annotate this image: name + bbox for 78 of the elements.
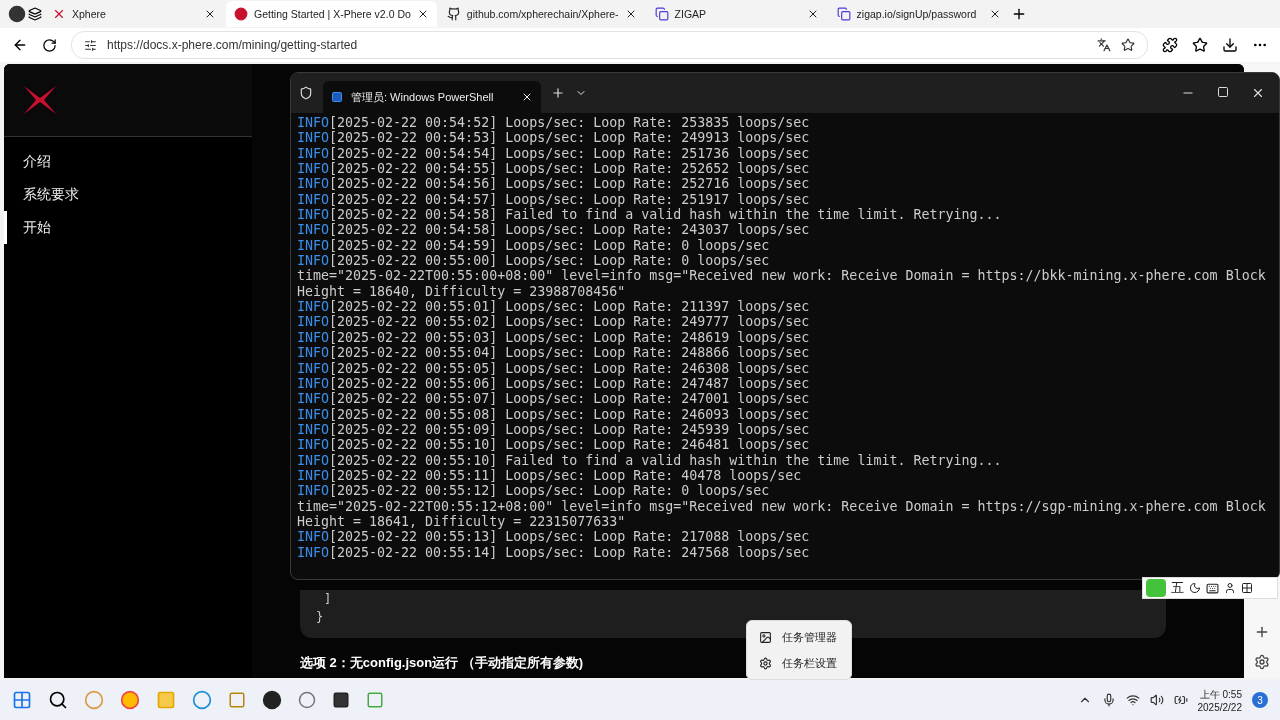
log-line: INFO[2025-02-22 00:55:13] Loops/sec: Loop Rate: 217088 loops/sec: [297, 529, 811, 545]
log-line: INFO[2025-02-22 00:55:14] Loops/sec: Loop Rate: 247568 loops/sec: [297, 544, 811, 560]
settings-icon[interactable]: [1254, 654, 1270, 670]
nav-item[interactable]: 系统要求: [4, 178, 252, 211]
settings-icon: [759, 656, 772, 670]
log-line: INFO[2025-02-22 00:55:07] Loops/sec: Loop Rate: 247001 loops/sec: [297, 391, 811, 407]
log-line: INFO[2025-02-22 00:54:53] Loops/sec: Loop Rate: 249913 loops/sec: [297, 130, 811, 146]
browser-tab[interactable]: github.com/xpherechain/Xphere-: [438, 1, 645, 27]
ime-mode[interactable]: 五: [1171, 579, 1184, 597]
keyboard-icon[interactable]: [1206, 581, 1219, 595]
back-icon[interactable]: [12, 37, 28, 53]
log-line: INFO[2025-02-22 00:55:10] Failed to find a valid hash within the time limit. Retrying...: [297, 452, 1003, 468]
refresh-icon[interactable]: [42, 37, 57, 53]
log-line: INFO[2025-02-22 00:55:06] Loops/sec: Loop Rate: 247487 loops/sec: [297, 375, 811, 392]
log-line: INFO[2025-02-22 00:54:59] Loops/sec: Loop Rate: 0 loops/sec: [297, 237, 771, 254]
code-line: }: [316, 609, 325, 626]
log-line: INFO[2025-02-22 00:54:55] Loops/sec: Loop Rate: 252652 loops/sec: [297, 161, 811, 177]
extensions-icon[interactable]: [1162, 37, 1178, 53]
grid-icon[interactable]: [1241, 582, 1253, 594]
log-line: INFO[2025-02-22 00:55:00] Loops/sec: Loop Rate: 0 loops/sec: [297, 253, 771, 269]
log-line: INFO[2025-02-22 00:54:54] Loops/sec: Loop Rate: 251736 loops/sec: [297, 145, 811, 162]
nav-item[interactable]: 介绍: [4, 145, 252, 178]
user-icon[interactable]: [1224, 582, 1236, 594]
menu-item[interactable]: 任务管理器: [751, 625, 847, 649]
browser-tab[interactable]: Getting Started | X-Phere v2.0 Do: [226, 1, 437, 27]
volume-icon[interactable]: [1149, 693, 1164, 707]
log-line: INFO[2025-02-22 00:55:04] Loops/sec: Loop Rate: 248866 loops/sec: [297, 345, 811, 361]
x-logo-icon: [52, 7, 66, 21]
log-line: INFO[2025-02-22 00:55:05] Loops/sec: Loop Rate: 246308 loops/sec: [297, 360, 811, 376]
log-line: INFO[2025-02-22 00:55:09] Loops/sec: Loop Rate: 245939 loops/sec: [297, 421, 811, 438]
new-tab-icon[interactable]: [551, 86, 566, 100]
browser-tab[interactable]: ZIGAP: [646, 1, 827, 27]
github-icon: [446, 7, 461, 21]
moon-icon[interactable]: [1189, 582, 1201, 594]
close-icon[interactable]: [204, 8, 216, 20]
section-heading: 选项 2：无config.json运行 （手动指定所有参数): [300, 654, 584, 672]
app-icon[interactable]: [262, 690, 282, 710]
log-line: INFO[2025-02-22 00:55:08] Loops/sec: Loop Rate: 246093 loops/sec: [297, 406, 811, 422]
log-line: INFO[2025-02-22 00:54:57] Loops/sec: Loop Rate: 251917 loops/sec: [297, 191, 811, 208]
maximize-icon[interactable]: [1217, 86, 1229, 98]
clock[interactable]: 上午 0:55 2025/2/22: [1197, 687, 1242, 713]
workspaces-icon[interactable]: [28, 7, 42, 21]
log-line: INFO[2025-02-22 00:55:11] Loops/sec: Loop Rate: 40478 loops/sec: [297, 467, 803, 484]
time-text: 上午 0:55: [1199, 687, 1242, 702]
battery-icon[interactable]: [1173, 693, 1188, 707]
log-line: INFO[2025-02-22 00:55:03] Loops/sec: Loop Rate: 248619 loops/sec: [297, 329, 811, 346]
browser-tab[interactable]: zigap.io/signUp/password: [828, 1, 1009, 27]
add-icon[interactable]: [1254, 624, 1270, 640]
log-line: INFO[2025-02-22 00:55:12] Loops/sec: Loop Rate: 0 loops/sec: [297, 483, 771, 499]
log-line: time="2025-02-22T00:55:12+08:00" level=info msg="Received new work: Receive Domain = https://sgp-mining.x-phere.com Block Height = 18641, Difficulty = 22315077633": [297, 498, 1267, 530]
terminal-tab[interactable]: 管理员: Windows PowerShell: [323, 81, 542, 113]
download-icon[interactable]: [1222, 37, 1238, 53]
mic-icon[interactable]: [1101, 693, 1116, 707]
favorites-icon[interactable]: [1192, 37, 1208, 53]
log-line: INFO[2025-02-22 00:54:58] Loops/sec: Loop Rate: 243037 loops/sec: [297, 222, 811, 238]
translate-icon[interactable]: [1097, 38, 1111, 52]
profile-icon: [8, 5, 26, 23]
star-icon[interactable]: [1121, 38, 1135, 52]
date-text: 2025/2/22: [1197, 701, 1242, 713]
shield-icon[interactable]: [299, 86, 313, 100]
wifi-icon[interactable]: [1125, 693, 1140, 707]
start-icon[interactable]: [12, 690, 32, 710]
search-icon[interactable]: [48, 690, 68, 710]
menu-item[interactable]: 任务栏设置: [751, 651, 847, 675]
close-icon[interactable]: [1251, 86, 1265, 100]
log-line: INFO[2025-02-22 00:54:58] Failed to find a valid hash within the time limit. Retrying...: [297, 207, 1003, 223]
notification-badge[interactable]: 3: [1252, 692, 1268, 708]
code-line: ]: [323, 591, 333, 608]
site-info-icon: [84, 38, 97, 52]
address-field[interactable]: https://docs.x-phere.com/mining/getting-started: [71, 31, 1148, 59]
log-line: INFO[2025-02-22 00:55:10] Loops/sec: Loop Rate: 246481 loops/sec: [297, 437, 811, 453]
browser-tab[interactable]: Xphere: [44, 1, 224, 27]
log-line: INFO[2025-02-22 00:54:52] Loops/sec: Loop Rate: 253835 loops/sec: [297, 115, 811, 131]
log-line: INFO[2025-02-22 00:55:02] Loops/sec: Loop Rate: 249777 loops/sec: [297, 314, 811, 330]
log-line: INFO[2025-02-22 00:54:56] Loops/sec: Loop Rate: 252716 loops/sec: [297, 176, 811, 192]
image-icon: [759, 630, 772, 644]
log-line: INFO[2025-02-22 00:55:01] Loops/sec: Loop Rate: 211397 loops/sec: [297, 299, 811, 315]
log-line: time="2025-02-22T00:55:00+08:00" level=info msg="Received new work: Receive Domain = https://bkk-mining.x-phere.com Block Height = 18640, Difficulty = 23988708456": [297, 268, 1267, 300]
